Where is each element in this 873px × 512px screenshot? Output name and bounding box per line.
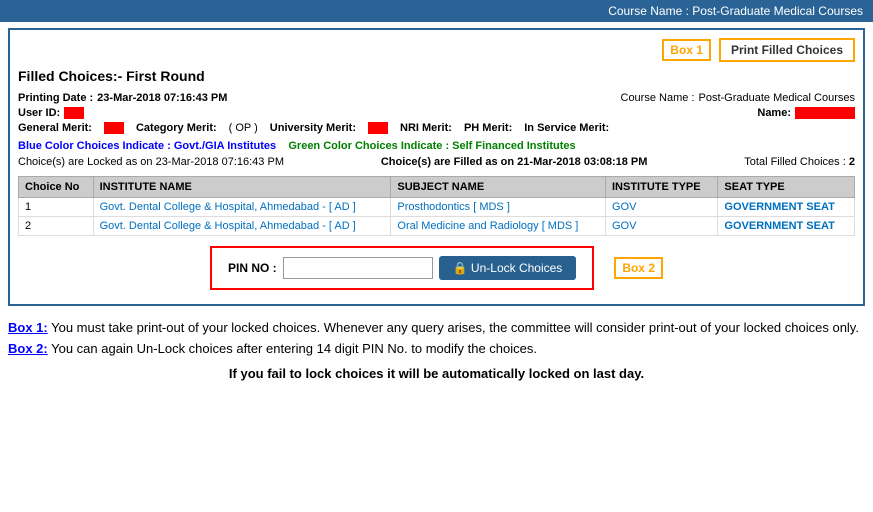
general-merit-label: General Merit:: [18, 122, 92, 134]
col-seat-type: SEAT TYPE: [718, 177, 855, 198]
general-merit-redacted: [104, 122, 124, 134]
box1-desc: You must take print-out of your locked c…: [51, 320, 859, 335]
col-institute-type: INSTITUTE TYPE: [605, 177, 717, 198]
course-name-label: Course Name : Post-Graduate Medical Cour…: [608, 4, 863, 18]
printing-date-value: 23-Mar-2018 07:16:43 PM: [97, 92, 227, 104]
cell-institute-type: GOV: [605, 198, 717, 217]
table-row: 2 Govt. Dental College & Hospital, Ahmed…: [19, 217, 855, 236]
box1-label: Box 1: [662, 39, 711, 61]
user-id-label: User ID:: [18, 107, 60, 119]
pin-input[interactable]: [283, 257, 433, 279]
header-row: Box 1 Print Filled Choices: [18, 38, 855, 62]
cell-institute-type: GOV: [605, 217, 717, 236]
color-legend: Blue Color Choices Indicate : Govt./GIA …: [18, 140, 855, 152]
table-row: 1 Govt. Dental College & Hospital, Ahmed…: [19, 198, 855, 217]
col-subject-name: SUBJECT NAME: [391, 177, 606, 198]
course-name-row: Course Name : Post-Graduate Medical Cour…: [621, 92, 856, 104]
user-id-row: User ID:: [18, 107, 84, 119]
category-merit-label: Category Merit:: [136, 122, 217, 134]
locked-row: Choice(s) are Locked as on 23-Mar-2018 0…: [18, 156, 855, 168]
pin-label: PIN NO :: [228, 261, 277, 275]
box2-ref: Box 2:: [8, 341, 48, 356]
name-label: Name:: [757, 107, 791, 119]
green-legend: Green Color Choices Indicate : Self Fina…: [288, 140, 575, 152]
merit-row: General Merit: Category Merit: ( OP ) Un…: [18, 122, 855, 134]
cell-choice-no: 1: [19, 198, 94, 217]
cell-institute-name: Govt. Dental College & Hospital, Ahmedab…: [93, 217, 391, 236]
box1-ref: Box 1:: [8, 320, 48, 335]
printing-date-label: Printing Date :: [18, 92, 93, 104]
ph-merit-label: PH Merit:: [464, 122, 512, 134]
box1-explanation: Box 1: You must take print-out of your l…: [8, 318, 865, 339]
warning-text: If you fail to lock choices it will be a…: [8, 364, 865, 385]
col-institute-name: INSTITUTE NAME: [93, 177, 391, 198]
page-title: Filled Choices:- First Round: [18, 68, 855, 84]
cell-subject-name: Oral Medicine and Radiology [ MDS ]: [391, 217, 606, 236]
cell-subject-name: Prosthodontics [ MDS ]: [391, 198, 606, 217]
course-name-label2: Course Name :: [621, 92, 695, 104]
cell-seat-type: GOVERNMENT SEAT: [718, 198, 855, 217]
name-row: Name:: [757, 107, 855, 119]
university-merit-label: University Merit:: [270, 122, 356, 134]
print-filled-choices-button[interactable]: Print Filled Choices: [719, 38, 855, 62]
total-filled: Total Filled Choices : 2: [744, 156, 855, 168]
in-service-merit-label: In Service Merit:: [524, 122, 609, 134]
cell-choice-no: 2: [19, 217, 94, 236]
main-panel: Box 1 Print Filled Choices Filled Choice…: [8, 28, 865, 306]
cell-seat-type: GOVERNMENT SEAT: [718, 217, 855, 236]
course-name-value: Post-Graduate Medical Courses: [698, 92, 855, 104]
bottom-text-section: Box 1: You must take print-out of your l…: [0, 312, 873, 390]
university-merit-redacted: [368, 122, 388, 134]
nri-merit-label: NRI Merit:: [400, 122, 452, 134]
category-merit-value: ( OP ): [229, 122, 258, 134]
choices-table: Choice No INSTITUTE NAME SUBJECT NAME IN…: [18, 176, 855, 236]
printing-date-row: Printing Date : 23-Mar-2018 07:16:43 PM: [18, 92, 227, 104]
blue-legend: Blue Color Choices Indicate : Govt./GIA …: [18, 140, 276, 152]
top-bar: Course Name : Post-Graduate Medical Cour…: [0, 0, 873, 22]
cell-institute-name: Govt. Dental College & Hospital, Ahmedab…: [93, 198, 391, 217]
user-id-redacted: [64, 107, 84, 119]
col-choice-no: Choice No: [19, 177, 94, 198]
locked-text: Choice(s) are Locked as on 23-Mar-2018 0…: [18, 156, 284, 168]
box2-label: Box 2: [614, 257, 663, 279]
name-redacted: [795, 107, 855, 119]
filled-text: Choice(s) are Filled as on 21-Mar-2018 0…: [381, 156, 648, 168]
unlock-choices-button[interactable]: 🔒 Un-Lock Choices: [439, 256, 577, 280]
box2-explanation: Box 2: You can again Un-Lock choices aft…: [8, 339, 865, 360]
pin-section: PIN NO : 🔒 Un-Lock Choices: [210, 246, 594, 290]
box2-desc: You can again Un-Lock choices after ente…: [51, 341, 537, 356]
